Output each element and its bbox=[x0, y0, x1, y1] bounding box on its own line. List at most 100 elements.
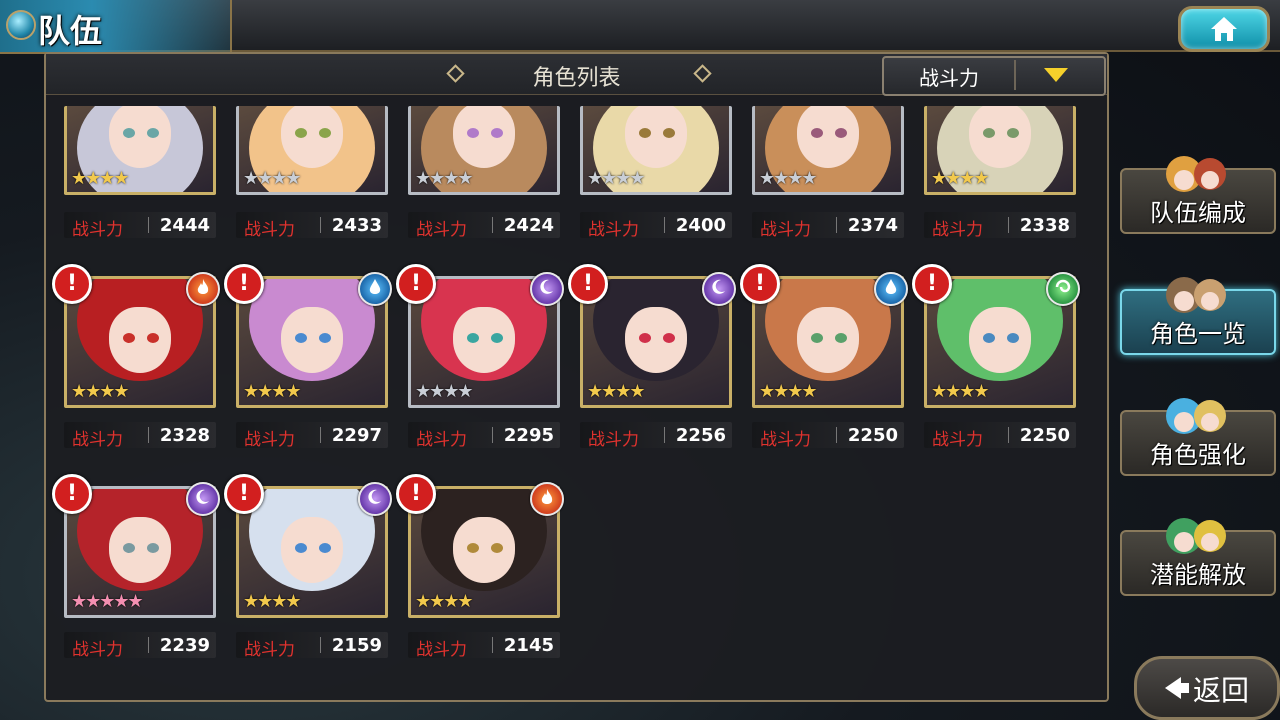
character-face bbox=[453, 517, 515, 583]
sort-dropdown[interactable]: 战斗力 bbox=[882, 56, 1106, 96]
character-card[interactable]: ★★★★ bbox=[924, 106, 1076, 196]
character-eye bbox=[319, 128, 331, 138]
water-element-icon bbox=[358, 272, 392, 306]
team-formation-icon bbox=[1166, 156, 1226, 192]
power-separator bbox=[492, 217, 493, 233]
power-label: 战斗力 bbox=[416, 640, 467, 660]
character-eye bbox=[639, 128, 651, 138]
character-eye bbox=[663, 333, 675, 343]
power-separator bbox=[148, 637, 149, 653]
power-separator bbox=[664, 217, 665, 233]
rarity-stars: ★★★★ bbox=[243, 591, 302, 612]
rarity-stars: ★★★★ bbox=[415, 168, 474, 189]
power-label: 战斗力 bbox=[932, 220, 983, 240]
power-label: 战斗力 bbox=[588, 430, 639, 450]
sort-divider bbox=[1014, 60, 1016, 90]
title-orb-icon bbox=[6, 10, 36, 40]
character-portrait[interactable]: ★★★★ bbox=[752, 106, 904, 195]
power-label: 战斗力 bbox=[760, 430, 811, 450]
power-bar: 战斗力 2400 bbox=[580, 212, 732, 240]
power-bar: 战斗力 2250 bbox=[924, 422, 1076, 450]
power-separator bbox=[148, 217, 149, 233]
power-value: 2159 bbox=[331, 635, 382, 656]
power-bar: 战斗力 2433 bbox=[236, 212, 388, 240]
character-card[interactable]: ★★★★ bbox=[236, 106, 388, 196]
character-eye bbox=[639, 333, 651, 343]
character-card[interactable]: ★★★★ bbox=[580, 106, 732, 196]
fire-element-icon bbox=[186, 272, 220, 306]
character-card[interactable]: ★★★★! bbox=[396, 264, 564, 408]
character-face bbox=[625, 307, 687, 373]
character-portrait[interactable]: ★★★★ bbox=[408, 106, 560, 195]
character-eye bbox=[467, 333, 479, 343]
character-card[interactable]: ★★★★! bbox=[224, 474, 392, 618]
character-eye bbox=[147, 128, 159, 138]
character-portrait[interactable]: ★★★★ bbox=[236, 106, 388, 195]
rarity-stars: ★★★★ bbox=[415, 591, 474, 612]
power-label: 战斗力 bbox=[244, 430, 295, 450]
character-face bbox=[109, 307, 171, 373]
enhance-crystal-icon bbox=[1166, 398, 1226, 434]
alert-badge-icon: ! bbox=[740, 264, 780, 304]
character-card[interactable]: ★★★★! bbox=[912, 264, 1080, 408]
character-card[interactable]: ★★★★★! bbox=[52, 474, 220, 618]
side-menu-label: 潜能解放 bbox=[1150, 561, 1246, 589]
wind-element-icon bbox=[1046, 272, 1080, 306]
power-value: 2424 bbox=[503, 215, 554, 236]
home-button[interactable] bbox=[1178, 6, 1270, 52]
character-eye bbox=[319, 333, 331, 343]
power-bar: 战斗力 2295 bbox=[408, 422, 560, 450]
power-value: 2256 bbox=[675, 425, 726, 446]
back-button[interactable]: 返回 bbox=[1134, 656, 1280, 720]
character-eye bbox=[295, 333, 307, 343]
alert-badge-icon: ! bbox=[396, 474, 436, 514]
power-separator bbox=[664, 427, 665, 443]
power-value: 2297 bbox=[331, 425, 382, 446]
power-separator bbox=[492, 637, 493, 653]
power-separator bbox=[320, 217, 321, 233]
power-value: 2374 bbox=[847, 215, 898, 236]
power-separator bbox=[148, 427, 149, 443]
character-card[interactable]: ★★★★! bbox=[740, 264, 908, 408]
side-menu-button[interactable]: 角色一览 bbox=[1120, 277, 1276, 355]
power-separator bbox=[492, 427, 493, 443]
power-separator bbox=[1008, 427, 1009, 443]
character-eye bbox=[835, 128, 847, 138]
character-card[interactable]: ★★★★! bbox=[52, 264, 220, 408]
side-menu-button[interactable]: 潜能解放 bbox=[1120, 518, 1276, 596]
character-eye bbox=[295, 128, 307, 138]
rarity-stars: ★★★★ bbox=[71, 168, 130, 189]
power-bar: 战斗力 2444 bbox=[64, 212, 216, 240]
power-bar: 战斗力 2250 bbox=[752, 422, 904, 450]
alert-badge-icon: ! bbox=[52, 264, 92, 304]
character-eye bbox=[491, 543, 503, 553]
character-eye bbox=[491, 128, 503, 138]
character-eye bbox=[123, 128, 135, 138]
panel-header: 角色列表 战斗力 bbox=[46, 54, 1107, 96]
character-card[interactable]: ★★★★! bbox=[568, 264, 736, 408]
rarity-stars: ★★★★ bbox=[759, 168, 818, 189]
back-arrow-tail bbox=[1179, 683, 1189, 693]
character-card[interactable]: ★★★★! bbox=[396, 474, 564, 618]
power-label: 战斗力 bbox=[932, 430, 983, 450]
power-value: 2444 bbox=[159, 215, 210, 236]
power-value: 2338 bbox=[1019, 215, 1070, 236]
character-card[interactable]: ★★★★ bbox=[408, 106, 560, 196]
power-separator bbox=[836, 427, 837, 443]
power-value: 2295 bbox=[503, 425, 554, 446]
side-menu-button[interactable]: 队伍编成 bbox=[1120, 156, 1276, 234]
page-title: 队伍 bbox=[38, 12, 103, 50]
character-card[interactable]: ★★★★ bbox=[752, 106, 904, 196]
chevron-down-icon[interactable] bbox=[1044, 68, 1068, 82]
power-separator bbox=[320, 637, 321, 653]
character-card[interactable]: ★★★★ bbox=[64, 106, 216, 196]
power-label: 战斗力 bbox=[244, 220, 295, 240]
character-portrait[interactable]: ★★★★ bbox=[580, 106, 732, 195]
character-portrait[interactable]: ★★★★ bbox=[924, 106, 1076, 195]
alert-badge-icon: ! bbox=[52, 474, 92, 514]
character-portrait[interactable]: ★★★★ bbox=[64, 106, 216, 195]
side-menu-button[interactable]: 角色强化 bbox=[1120, 398, 1276, 476]
character-eye bbox=[835, 333, 847, 343]
character-card[interactable]: ★★★★! bbox=[224, 264, 392, 408]
alert-badge-icon: ! bbox=[224, 264, 264, 304]
